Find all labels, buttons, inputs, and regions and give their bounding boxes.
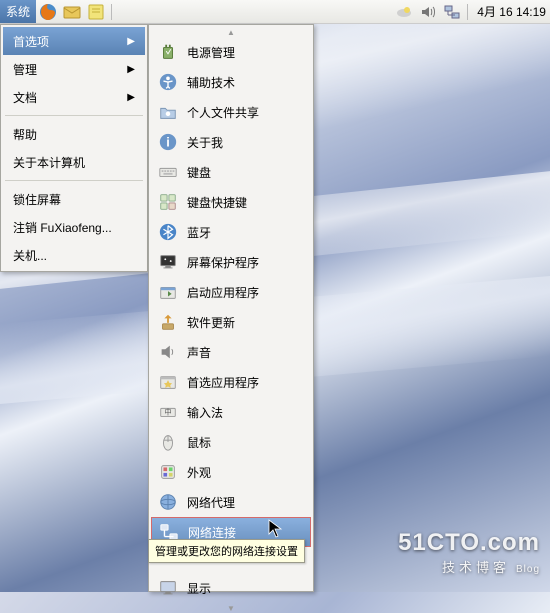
panel-clock[interactable]: 4月 16 14:19 bbox=[477, 3, 546, 20]
menu-label: 屏幕保护程序 bbox=[187, 254, 259, 271]
weather-icon[interactable] bbox=[394, 2, 414, 22]
menu-item-shortcuts[interactable]: 键盘快捷键 bbox=[151, 187, 311, 217]
startup-icon bbox=[157, 281, 179, 303]
menu-label: 显示 bbox=[187, 580, 211, 597]
menu-label: 鼠标 bbox=[187, 434, 211, 451]
svg-text:i: i bbox=[166, 135, 170, 150]
keyboard-icon bbox=[157, 161, 179, 183]
menu-item-mouse[interactable]: 鼠标 bbox=[151, 427, 311, 457]
preferred-apps-icon bbox=[157, 371, 179, 393]
firefox-icon[interactable] bbox=[38, 2, 58, 22]
system-menu: 首选项 ▶ 管理 ▶ 文档 ▶ 帮助 关于本计算机 锁住屏幕 注销 FuXiao… bbox=[0, 24, 148, 272]
watermark-sub: Blog bbox=[516, 564, 540, 575]
system-menu-button[interactable]: 系统 bbox=[0, 0, 36, 23]
menu-label: 蓝牙 bbox=[187, 224, 211, 241]
updates-icon bbox=[157, 311, 179, 333]
svg-text:中: 中 bbox=[164, 408, 171, 417]
sound-icon bbox=[157, 341, 179, 363]
watermark-domain: 51CTO.com bbox=[398, 529, 540, 557]
menu-label: 键盘快捷键 bbox=[187, 194, 247, 211]
menu-label: 首选应用程序 bbox=[187, 374, 259, 391]
menu-label: 外观 bbox=[187, 464, 211, 481]
appearance-icon bbox=[157, 461, 179, 483]
menu-label: 注销 FuXiaofeng... bbox=[13, 219, 112, 236]
menu-label: 关于我 bbox=[187, 134, 223, 151]
submenu-arrow-icon: ▶ bbox=[127, 36, 135, 47]
menu-item-screensaver[interactable]: 屏幕保护程序 bbox=[151, 247, 311, 277]
menu-label: 键盘 bbox=[187, 164, 211, 181]
menu-item-startup[interactable]: 启动应用程序 bbox=[151, 277, 311, 307]
menu-item-proxy[interactable]: 网络代理 bbox=[151, 487, 311, 517]
bluetooth-icon bbox=[157, 221, 179, 243]
menu-scroll-down[interactable]: ▼ bbox=[151, 603, 311, 613]
about-icon: i bbox=[157, 131, 179, 153]
menu-item-logout[interactable]: 注销 FuXiaofeng... bbox=[3, 213, 145, 241]
menu-label: 文档 bbox=[13, 89, 37, 106]
menu-label: 启动应用程序 bbox=[187, 284, 259, 301]
menu-item-aboutme[interactable]: i 关于我 bbox=[151, 127, 311, 157]
watermark-tagline: 技术博客 bbox=[442, 560, 510, 575]
assistive-icon bbox=[157, 71, 179, 93]
folder-share-icon bbox=[157, 101, 179, 123]
screensaver-icon bbox=[157, 251, 179, 273]
menu-label: 网络连接 bbox=[188, 524, 236, 541]
menu-label: 电源管理 bbox=[187, 44, 235, 61]
notes-icon[interactable] bbox=[86, 2, 106, 22]
menu-item-shutdown[interactable]: 关机... bbox=[3, 241, 145, 269]
menu-label: 输入法 bbox=[187, 404, 223, 421]
menu-label: 关机... bbox=[13, 247, 47, 264]
input-method-icon: 中 bbox=[157, 401, 179, 423]
menu-label: 声音 bbox=[187, 344, 211, 361]
mouse-icon bbox=[157, 431, 179, 453]
menu-scroll-up[interactable]: ▲ bbox=[151, 27, 311, 37]
menu-label: 软件更新 bbox=[187, 314, 235, 331]
shortcuts-icon bbox=[157, 191, 179, 213]
menu-item-documentation[interactable]: 文档 ▶ bbox=[3, 83, 145, 111]
menu-label: 首选项 bbox=[13, 33, 49, 50]
menu-item-power[interactable]: 电源管理 bbox=[151, 37, 311, 67]
menu-separator bbox=[5, 115, 143, 116]
menu-item-assistive[interactable]: 辅助技术 bbox=[151, 67, 311, 97]
volume-icon[interactable] bbox=[418, 2, 438, 22]
menu-item-administration[interactable]: 管理 ▶ bbox=[3, 55, 145, 83]
menu-item-help[interactable]: 帮助 bbox=[3, 120, 145, 148]
watermark: 51CTO.com 技术博客 Blog bbox=[398, 529, 540, 576]
menu-label: 帮助 bbox=[13, 126, 37, 143]
top-panel: 系统 4月 16 14:19 bbox=[0, 0, 550, 24]
menu-item-bluetooth[interactable]: 蓝牙 bbox=[151, 217, 311, 247]
menu-item-filesharing[interactable]: 个人文件共享 bbox=[151, 97, 311, 127]
menu-item-sound[interactable]: 声音 bbox=[151, 337, 311, 367]
menu-label: 个人文件共享 bbox=[187, 104, 259, 121]
menu-item-about[interactable]: 关于本计算机 bbox=[3, 148, 145, 176]
power-icon bbox=[157, 41, 179, 63]
menu-item-appearance[interactable]: 外观 bbox=[151, 457, 311, 487]
menu-item-input-method[interactable]: 中 输入法 bbox=[151, 397, 311, 427]
submenu-arrow-icon: ▶ bbox=[127, 92, 135, 103]
menu-separator bbox=[5, 180, 143, 181]
tooltip: 管理或更改您的网络连接设置 bbox=[148, 539, 305, 563]
menu-item-lock[interactable]: 锁住屏幕 bbox=[3, 185, 145, 213]
menu-label: 锁住屏幕 bbox=[13, 191, 61, 208]
network-tray-icon[interactable] bbox=[442, 2, 462, 22]
menu-label: 辅助技术 bbox=[187, 74, 235, 91]
menu-label: 关于本计算机 bbox=[13, 154, 85, 171]
menu-item-preferences[interactable]: 首选项 ▶ bbox=[3, 27, 145, 55]
menu-item-updates[interactable]: 软件更新 bbox=[151, 307, 311, 337]
mail-icon[interactable] bbox=[62, 2, 82, 22]
proxy-icon bbox=[157, 491, 179, 513]
submenu-arrow-icon: ▶ bbox=[127, 64, 135, 75]
preferences-submenu: ▲ 电源管理 辅助技术 个人文件共享 i 关于我 键盘 键盘快捷键 蓝牙 屏幕保… bbox=[148, 24, 314, 592]
menu-item-keyboard[interactable]: 键盘 bbox=[151, 157, 311, 187]
menu-item-display[interactable]: 显示 bbox=[151, 573, 311, 603]
display-icon bbox=[157, 577, 179, 599]
menu-item-preferred-apps[interactable]: 首选应用程序 bbox=[151, 367, 311, 397]
menu-label: 网络代理 bbox=[187, 494, 235, 511]
menu-label: 管理 bbox=[13, 61, 37, 78]
